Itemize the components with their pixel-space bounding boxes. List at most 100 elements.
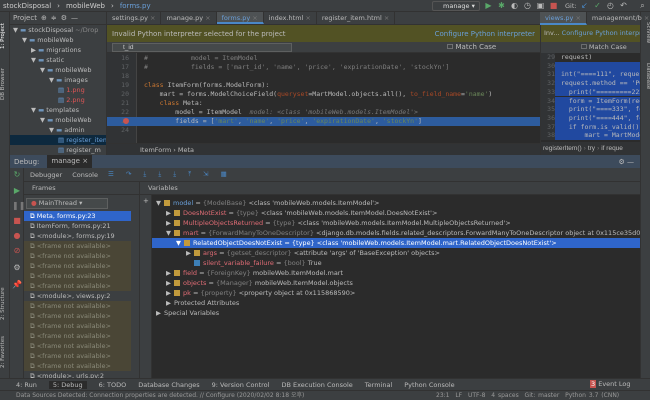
tree-item[interactable]: ▼ ▬ mobileWeb	[10, 65, 106, 75]
configure-interpreter-link[interactable]: Configure Python interpreter	[435, 30, 535, 38]
close-icon[interactable]: ×	[148, 14, 155, 22]
view-breakpoints-icon[interactable]: ●	[12, 231, 22, 240]
close-icon[interactable]: ×	[303, 14, 310, 22]
code-line[interactable]: 16 # model = ItemModel	[107, 54, 540, 63]
mute-breakpoints-icon[interactable]: ⊘	[12, 246, 22, 255]
variable-row[interactable]: ▶ Protected Attributes	[152, 298, 640, 308]
bottom-tab[interactable]: 4: Run	[16, 381, 37, 389]
tree-item[interactable]: ▼ ▬ stockDisposal ~/Drop	[10, 25, 106, 35]
expand-arrow-icon[interactable]: ▶	[166, 278, 174, 288]
tree-item[interactable]: ▼ ▬ images	[10, 75, 106, 85]
frame-item[interactable]: ⧉ ItemForm, forms.py:21	[24, 221, 131, 231]
step-buttons[interactable]: ☰ ↷ ⤓ ⤓ ⤓ ⤒ ⇲ ▦	[108, 170, 232, 179]
expand-arrow-icon[interactable]: ▼	[176, 238, 184, 248]
bottom-tab[interactable]: 5: Debug	[48, 380, 87, 389]
coverage-icon[interactable]: ◐	[510, 1, 519, 10]
variable-row[interactable]: ▶ MultipleObjectsReturned = {type} <clas…	[152, 218, 640, 228]
frame-item[interactable]: ⧉ <frame not available>	[24, 331, 131, 341]
code-editor[interactable]: 16 # model = ItemModel 17 # fields = ['mart…	[107, 53, 540, 143]
expand-arrow-icon[interactable]: ▶	[166, 298, 174, 308]
frame-item[interactable]: ⧉ <frame not available>	[24, 271, 131, 281]
variable-row[interactable]: ▶ Special Variables	[152, 308, 640, 318]
frame-item[interactable]: ⧉ <frame not available>	[24, 251, 131, 261]
add-watch-icon[interactable]: +	[143, 197, 149, 205]
right-configure-link[interactable]: Configure Python interpreter	[562, 29, 640, 37]
code-line[interactable]: 30	[541, 61, 640, 71]
close-icon[interactable]: ×	[382, 14, 389, 22]
crumb-try[interactable]: try	[588, 145, 595, 152]
expand-arrow-icon[interactable]: ▼	[156, 198, 164, 208]
code-line[interactable]: 17 # fields = ['mart_id', 'name', 'price'…	[107, 63, 540, 72]
code-line[interactable]: 38 mart = MartModel.objec	[541, 131, 640, 140]
tool-database[interactable]: Database	[641, 56, 650, 96]
line-separator[interactable]: LF	[455, 392, 462, 399]
frame-item[interactable]: ⧉ <frame not available>	[24, 311, 131, 321]
frame-item[interactable]: ⧉ <module>, urls.py:2	[24, 371, 131, 378]
variable-row[interactable]: ▶ args = {getset_descriptor} <attribute …	[152, 248, 640, 258]
variable-row[interactable]: ▼ mart = {ForwardManyToOneDescriptor} <d…	[152, 228, 640, 238]
status-message[interactable]: Data Sources Detected: Connection proper…	[16, 391, 304, 400]
right-match-case[interactable]: ☐ Match Case	[541, 42, 640, 53]
variable-row[interactable]: ▼ model = {ModelBase} <class 'mobileWeb.…	[152, 198, 640, 208]
close-icon[interactable]: ×	[642, 14, 649, 22]
bottom-tab[interactable]: Python Console	[404, 381, 454, 389]
tool-db-browser[interactable]: DB Browser	[0, 64, 10, 104]
code-line[interactable]: 20 mart = forms.ModelChoiceField(queryse…	[107, 90, 540, 99]
locate-icon[interactable]: ⊕	[41, 14, 47, 22]
tree-item[interactable]: ▼ ▬ admin	[10, 125, 106, 135]
code-line[interactable]: 31 int("====111", request.metho	[541, 70, 640, 80]
tool-project[interactable]: 1: Project	[0, 16, 10, 56]
bottom-tab[interactable]: Terminal	[365, 381, 392, 389]
run-configuration-select[interactable]: manage ▾	[432, 1, 480, 11]
rollback-icon[interactable]: ↶	[619, 1, 628, 10]
event-log-button[interactable]: 3 Event Log	[590, 380, 631, 388]
code-line[interactable]: 29 request)	[541, 53, 640, 62]
crumb-itemform[interactable]: ItemForm	[140, 146, 171, 154]
code-line[interactable]: 23 fields = ['mart', 'name', 'price', 'e…	[107, 117, 540, 126]
resume-icon[interactable]: ▶	[12, 186, 22, 195]
frame-item[interactable]: ⧉ <frame not available>	[24, 321, 131, 331]
caret-position[interactable]: 23:1	[436, 392, 449, 399]
bottom-tab[interactable]: Database Changes	[138, 381, 199, 389]
code-line[interactable]: 34 form = ItemForm(request.POS	[541, 96, 640, 106]
history-icon[interactable]: ◴	[606, 1, 615, 10]
project-panel-title[interactable]: Project	[13, 14, 37, 22]
code-line[interactable]: 21 class Meta:	[107, 99, 540, 108]
variable-row[interactable]: ▼ RelatedObjectDoesNotExist = {type} <cl…	[152, 238, 640, 248]
crumb-if[interactable]: if reque	[601, 145, 623, 152]
code-line[interactable]: 36 print("====444", form)	[541, 113, 640, 123]
variable-row[interactable]: silent_variable_failure = {bool} True	[152, 258, 640, 268]
editor-tab[interactable]: index.html ×	[264, 12, 317, 24]
bottom-tab[interactable]: 6: TODO	[99, 381, 127, 389]
tree-item[interactable]: ▤ register_item.html	[10, 135, 106, 145]
expand-arrow-icon[interactable]: ▶	[166, 218, 174, 228]
editor-tab[interactable]: forms.py ×	[216, 12, 264, 24]
git-commit-icon[interactable]: ✓	[593, 1, 602, 10]
concurrency-icon[interactable]: ▣	[536, 1, 545, 10]
python-interpreter[interactable]: Python 3.7 (CNN)	[565, 392, 619, 399]
expand-arrow-icon[interactable]: ▶	[186, 248, 194, 258]
profile-icon[interactable]: ◷	[523, 1, 532, 10]
tool-favorites[interactable]: 2: Favorites	[0, 332, 10, 372]
code-line[interactable]: 19 class ItemForm(forms.ModelForm):	[107, 81, 540, 90]
code-line[interactable]: 24	[107, 126, 540, 135]
debug-settings-icon[interactable]: ⚙ —	[618, 158, 634, 166]
tree-item[interactable]: ▼ ▬ static	[10, 55, 106, 65]
expand-arrow-icon[interactable]: ▼	[166, 228, 174, 238]
breadcrumb-folder[interactable]: mobileWeb	[63, 2, 108, 10]
editor-tab[interactable]: settings.py ×	[107, 12, 162, 24]
code-line[interactable]: 37 if form.is_valid():	[541, 122, 640, 132]
tree-item[interactable]: ▼ ▬ mobileWeb	[10, 115, 106, 125]
thread-select[interactable]: ● MainThread ▾	[26, 198, 108, 209]
pause-icon[interactable]: ❚❚	[12, 201, 25, 210]
close-icon[interactable]: ×	[203, 14, 210, 22]
editor-tab[interactable]: management/b ×	[587, 12, 650, 25]
breakpoint-icon[interactable]	[123, 118, 129, 124]
editor-tab[interactable]: views.py ×	[540, 12, 587, 25]
editor-tab[interactable]: register_item.html ×	[317, 12, 396, 24]
code-line[interactable]: 32 request.method == 'POST':	[541, 79, 640, 88]
crumb-registeritem[interactable]: registerItem()	[543, 145, 582, 152]
tree-item[interactable]: ▤ 1.png	[10, 85, 106, 95]
code-line[interactable]: 22 model = ItemModel model: <class 'mobi…	[107, 108, 540, 117]
frame-item[interactable]: ⧉ <frame not available>	[24, 281, 131, 291]
